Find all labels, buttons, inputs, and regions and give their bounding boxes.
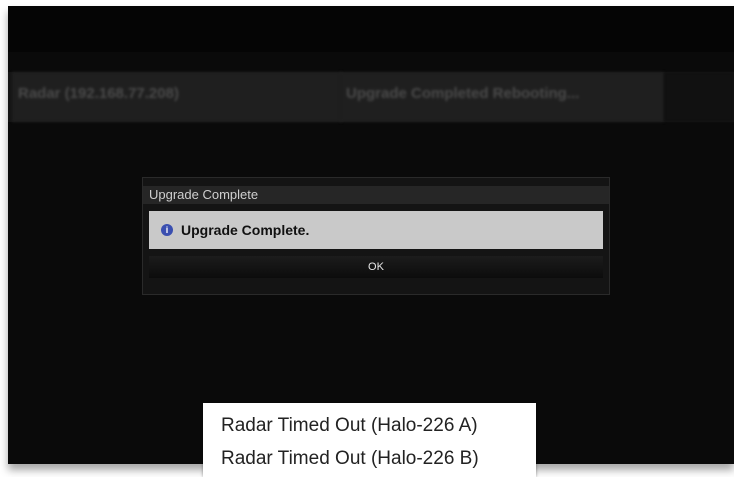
status-message-a: Radar Timed Out (Halo-226 A) [221,415,478,436]
top-bar [8,6,734,52]
ok-button[interactable]: OK [149,256,603,278]
upgrade-dialog: Upgrade Complete i Upgrade Complete. OK [142,177,610,295]
dialog-message: Upgrade Complete. [181,222,310,238]
status-message-b: Radar Timed Out (Halo-226 B) [221,448,479,469]
info-icon: i [161,224,173,236]
status-overlay: Radar Timed Out (Halo-226 A) Radar Timed… [203,403,536,477]
dialog-title: Upgrade Complete [143,186,609,204]
dialog-message-row: i Upgrade Complete. [149,211,603,249]
device-name-cell: Radar (192.168.77.208) [12,72,342,122]
device-screen: Radar (192.168.77.208) Upgrade Completed… [8,6,734,464]
device-row-end [664,72,734,122]
device-status-cell: Upgrade Completed Rebooting... [340,72,664,122]
